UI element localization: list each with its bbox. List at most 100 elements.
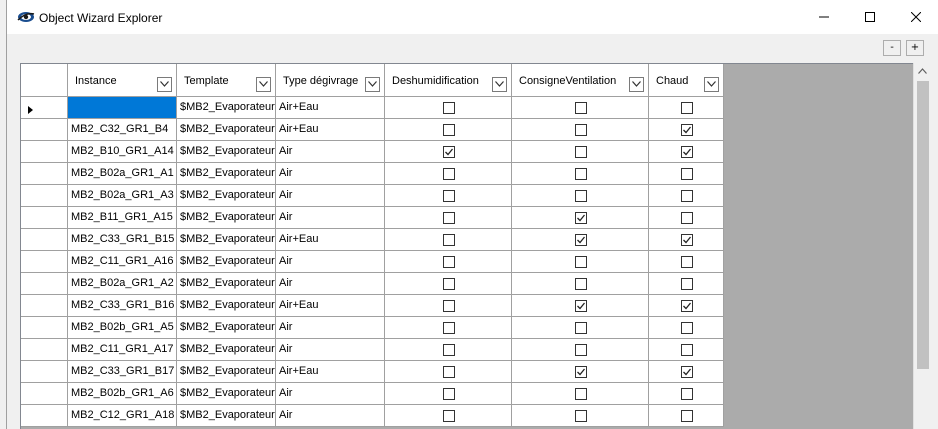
cell-deshum[interactable] bbox=[385, 251, 512, 273]
scroll-up-icon[interactable] bbox=[918, 68, 927, 74]
consigne-checkbox[interactable] bbox=[575, 300, 587, 312]
row-header[interactable] bbox=[21, 207, 68, 229]
consigne-checkbox[interactable] bbox=[575, 278, 587, 290]
column-header-instance[interactable]: Instance bbox=[68, 64, 177, 97]
cell-instance[interactable]: MB2_B02a_GR1_A2 bbox=[68, 273, 177, 295]
row-header[interactable] bbox=[21, 97, 68, 119]
row-header[interactable] bbox=[21, 405, 68, 427]
cell-chaud[interactable] bbox=[649, 361, 724, 383]
chaud-checkbox[interactable] bbox=[681, 146, 693, 158]
cell-chaud[interactable] bbox=[649, 295, 724, 317]
column-header-chaud[interactable]: Chaud bbox=[649, 64, 724, 97]
cell-consigne[interactable] bbox=[512, 163, 649, 185]
cell-type[interactable]: Air bbox=[276, 383, 385, 405]
chaud-checkbox[interactable] bbox=[681, 124, 693, 136]
deshum-checkbox[interactable] bbox=[443, 146, 455, 158]
cell-instance[interactable]: MB2_B02b_GR1_A6 bbox=[68, 383, 177, 405]
cell-instance[interactable]: MB2_C33_GR1_B17 bbox=[68, 361, 177, 383]
cell-consigne[interactable] bbox=[512, 317, 649, 339]
deshum-checkbox[interactable] bbox=[443, 256, 455, 268]
cell-consigne[interactable] bbox=[512, 119, 649, 141]
cell-template[interactable]: $MB2_Evaporateur bbox=[177, 273, 276, 295]
chaud-checkbox[interactable] bbox=[681, 278, 693, 290]
chevron-down-icon[interactable] bbox=[492, 77, 507, 92]
row-header[interactable] bbox=[21, 163, 68, 185]
cell-deshum[interactable] bbox=[385, 295, 512, 317]
row-header[interactable] bbox=[21, 185, 68, 207]
cell-template[interactable]: $MB2_Evaporateur bbox=[177, 163, 276, 185]
chaud-checkbox[interactable] bbox=[681, 212, 693, 224]
deshum-checkbox[interactable] bbox=[443, 102, 455, 114]
consigne-checkbox[interactable] bbox=[575, 366, 587, 378]
chevron-down-icon[interactable] bbox=[629, 77, 644, 92]
consigne-checkbox[interactable] bbox=[575, 102, 587, 114]
cell-consigne[interactable] bbox=[512, 361, 649, 383]
column-header-deshum[interactable]: Deshumidification bbox=[385, 64, 512, 97]
cell-template[interactable]: $MB2_Evaporateur bbox=[177, 185, 276, 207]
cell-type[interactable]: Air bbox=[276, 141, 385, 163]
consigne-checkbox[interactable] bbox=[575, 234, 587, 246]
cell-instance[interactable]: MB2_C11_GR1_A16 bbox=[68, 251, 177, 273]
cell-deshum[interactable] bbox=[385, 185, 512, 207]
column-header-consigne[interactable]: ConsigneVentilation bbox=[512, 64, 649, 97]
row-header[interactable] bbox=[21, 273, 68, 295]
cell-type[interactable]: Air+Eau bbox=[276, 97, 385, 119]
cell-instance[interactable]: MB2_C11_GR1_A17 bbox=[68, 339, 177, 361]
cell-instance[interactable]: MB2_C33_GR1_B15 bbox=[68, 229, 177, 251]
row-header[interactable] bbox=[21, 229, 68, 251]
cell-template[interactable]: $MB2_Evaporateur bbox=[177, 97, 276, 119]
cell-chaud[interactable] bbox=[649, 405, 724, 427]
cell-template[interactable]: $MB2_Evaporateur bbox=[177, 229, 276, 251]
cell-consigne[interactable] bbox=[512, 97, 649, 119]
deshum-checkbox[interactable] bbox=[443, 190, 455, 202]
deshum-checkbox[interactable] bbox=[443, 124, 455, 136]
chaud-checkbox[interactable] bbox=[681, 168, 693, 180]
consigne-checkbox[interactable] bbox=[575, 410, 587, 422]
cell-deshum[interactable] bbox=[385, 119, 512, 141]
cell-consigne[interactable] bbox=[512, 207, 649, 229]
cell-template[interactable]: $MB2_Evaporateur bbox=[177, 383, 276, 405]
chaud-checkbox[interactable] bbox=[681, 300, 693, 312]
cell-chaud[interactable] bbox=[649, 251, 724, 273]
consigne-checkbox[interactable] bbox=[575, 212, 587, 224]
cell-deshum[interactable] bbox=[385, 163, 512, 185]
row-header[interactable] bbox=[21, 317, 68, 339]
cell-chaud[interactable] bbox=[649, 273, 724, 295]
chaud-checkbox[interactable] bbox=[681, 322, 693, 334]
consigne-checkbox[interactable] bbox=[575, 322, 587, 334]
deshum-checkbox[interactable] bbox=[443, 410, 455, 422]
cell-template[interactable]: $MB2_Evaporateur bbox=[177, 207, 276, 229]
cell-deshum[interactable] bbox=[385, 273, 512, 295]
cell-type[interactable]: Air bbox=[276, 273, 385, 295]
row-header[interactable] bbox=[21, 295, 68, 317]
row-header[interactable] bbox=[21, 141, 68, 163]
vertical-scrollbar[interactable] bbox=[913, 63, 931, 429]
cell-deshum[interactable] bbox=[385, 317, 512, 339]
chaud-checkbox[interactable] bbox=[681, 234, 693, 246]
cell-instance[interactable]: MB2_C32_GR1_B4 bbox=[68, 119, 177, 141]
cell-type[interactable]: Air bbox=[276, 317, 385, 339]
cell-type[interactable]: Air bbox=[276, 185, 385, 207]
cell-template[interactable]: $MB2_Evaporateur bbox=[177, 339, 276, 361]
cell-chaud[interactable] bbox=[649, 119, 724, 141]
collapse-button[interactable]: - bbox=[883, 40, 901, 56]
cell-chaud[interactable] bbox=[649, 229, 724, 251]
cell-chaud[interactable] bbox=[649, 97, 724, 119]
chevron-down-icon[interactable] bbox=[157, 77, 172, 92]
chaud-checkbox[interactable] bbox=[681, 388, 693, 400]
cell-type[interactable]: Air+Eau bbox=[276, 119, 385, 141]
cell-instance[interactable]: MB2_B11_GR1_A15 bbox=[68, 207, 177, 229]
cell-consigne[interactable] bbox=[512, 141, 649, 163]
deshum-checkbox[interactable] bbox=[443, 300, 455, 312]
cell-consigne[interactable] bbox=[512, 273, 649, 295]
chevron-down-icon[interactable] bbox=[256, 77, 271, 92]
chaud-checkbox[interactable] bbox=[681, 366, 693, 378]
row-header[interactable] bbox=[21, 361, 68, 383]
cell-type[interactable]: Air+Eau bbox=[276, 295, 385, 317]
close-button[interactable] bbox=[893, 0, 938, 34]
cell-consigne[interactable] bbox=[512, 383, 649, 405]
cell-chaud[interactable] bbox=[649, 383, 724, 405]
cell-type[interactable]: Air bbox=[276, 405, 385, 427]
cell-type[interactable]: Air bbox=[276, 251, 385, 273]
cell-template[interactable]: $MB2_Evaporateur bbox=[177, 361, 276, 383]
